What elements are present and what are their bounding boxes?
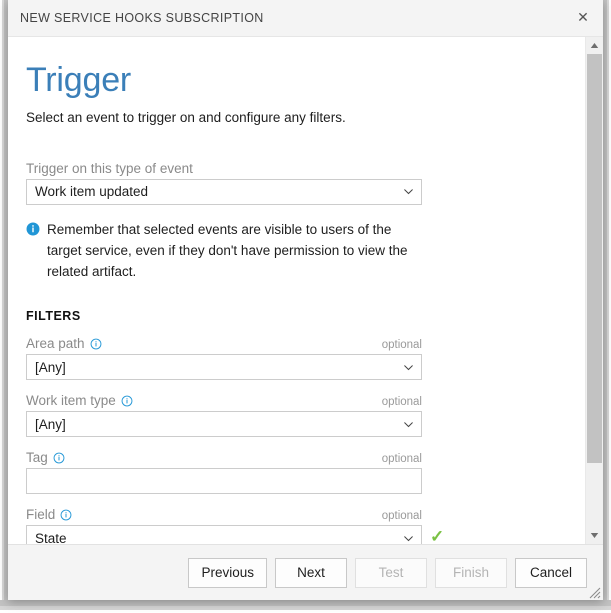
field-label-text: Field [26,507,56,523]
filter-tag: Tag optional [26,450,567,495]
info-outline-icon[interactable] [90,338,102,350]
next-button[interactable]: Next [275,557,347,588]
page-title: Trigger [26,61,132,99]
field-select-wrap: State ✓ [26,525,567,544]
scroll-up-arrow-icon[interactable] [586,37,603,54]
tag-label: Tag [26,450,65,465]
tag-label-text: Tag [26,450,48,466]
chevron-down-icon [404,189,413,195]
tag-label-row: Tag optional [26,450,422,465]
info-outline-icon[interactable] [60,509,72,521]
trigger-event-value: Work item updated [35,184,149,200]
visibility-notice: Remember that selected events are visibl… [26,220,426,283]
area-path-value: [Any] [35,359,66,375]
content-scrollbar[interactable] [585,37,603,544]
work-item-type-label: Work item type [26,393,133,408]
trigger-event-label: Trigger on this type of event [26,160,193,176]
filter-area-path: Area path optional [Any] [26,336,567,381]
close-icon[interactable]: ✕ [563,0,603,35]
test-button: Test [355,557,427,588]
trigger-event-field: Trigger on this type of event Work item … [26,161,567,205]
field-label-row: Field optional [26,507,422,522]
previous-button[interactable]: Previous [188,557,267,588]
finish-button: Finish [435,557,507,588]
visibility-notice-text: Remember that selected events are visibl… [47,221,408,279]
area-path-select[interactable]: [Any] [26,354,422,381]
field-label: Field [26,507,72,522]
dialog-content: Trigger Select an event to trigger on an… [8,37,585,544]
dialog-titlebar: NEW SERVICE HOOKS SUBSCRIPTION ✕ [8,0,603,37]
area-path-label-row: Area path optional [26,336,422,351]
info-outline-icon[interactable] [53,452,65,464]
work-item-type-label-text: Work item type [26,393,116,409]
area-path-label: Area path [26,336,102,351]
field-optional-tag: optional [381,510,422,523]
resize-grip-icon[interactable] [587,585,601,599]
work-item-type-optional-tag: optional [381,396,422,409]
filters-section-title: FILTERS [26,309,81,324]
chevron-down-icon [404,536,413,542]
filter-work-item-type: Work item type optional [Any] [26,393,567,438]
green-check-icon: ✓ [430,527,445,544]
filter-field: Field optional State ✓ [26,507,567,544]
dialog-right-gutter [603,0,611,613]
chevron-down-icon [404,365,413,371]
work-item-type-label-row: Work item type optional [26,393,422,408]
new-service-hooks-subscription-dialog: NEW SERVICE HOOKS SUBSCRIPTION ✕ Trigger… [8,0,603,600]
tag-optional-tag: optional [381,453,422,466]
dialog-body-region: Trigger Select an event to trigger on an… [8,37,603,544]
scrollbar-track[interactable] [586,54,603,527]
work-item-type-select[interactable]: [Any] [26,411,422,438]
area-path-optional-tag: optional [381,339,422,352]
area-path-label-text: Area path [26,336,85,352]
dialog-bottom-gutter [0,600,611,613]
scroll-down-arrow-icon[interactable] [586,527,603,544]
info-filled-icon [26,222,40,283]
dialog-left-gutter [0,0,8,613]
field-value: State [35,530,67,544]
chevron-down-icon [404,422,413,428]
cancel-button[interactable]: Cancel [515,557,587,588]
scrollbar-thumb[interactable] [587,54,602,464]
field-select[interactable]: State [26,525,422,544]
page-subtitle: Select an event to trigger on and config… [26,109,346,125]
trigger-event-label-row: Trigger on this type of event [26,161,422,176]
info-outline-icon[interactable] [121,395,133,407]
work-item-type-value: [Any] [35,416,66,432]
dialog-footer: Previous Next Test Finish Cancel [8,544,603,600]
trigger-event-select[interactable]: Work item updated [26,178,422,205]
tag-input[interactable] [26,468,422,495]
dialog-title: NEW SERVICE HOOKS SUBSCRIPTION [20,11,264,25]
